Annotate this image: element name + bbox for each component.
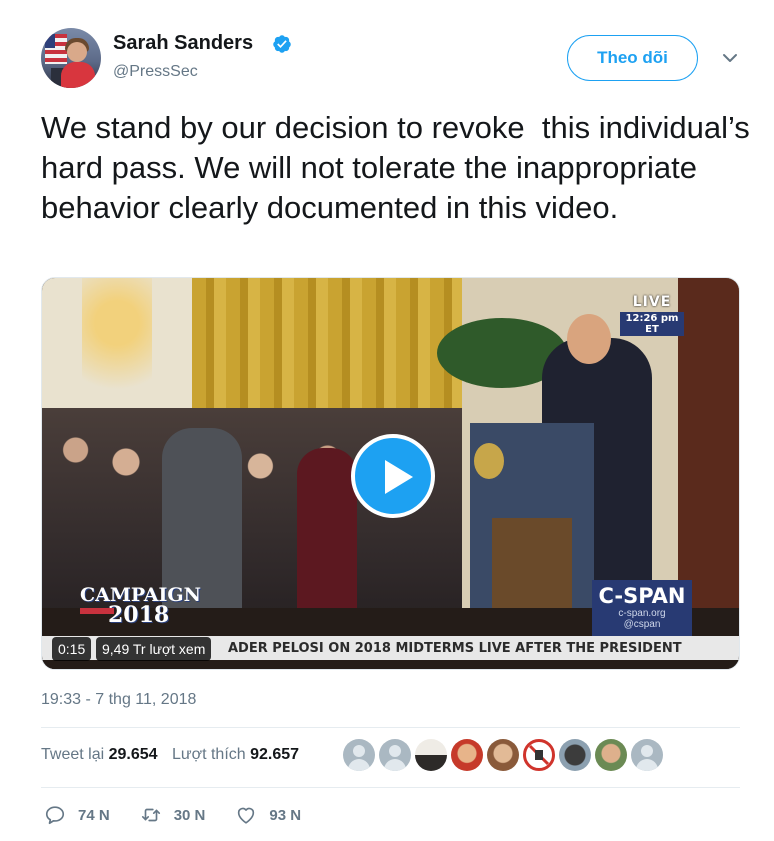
liker-avatar[interactable] xyxy=(595,739,627,771)
live-time: 12:26 pm ET xyxy=(620,312,684,336)
reply-count: 74 N xyxy=(78,806,110,824)
engagement-stats: Tweet lại 29.654 Lượt thích 92.657 xyxy=(41,746,299,764)
liker-avatar[interactable] xyxy=(559,739,591,771)
cspan-name: C-SPAN xyxy=(598,584,686,608)
tweet-actions: 74 N 30 N 93 N xyxy=(44,804,331,826)
cspan-url: c-span.org xyxy=(618,608,666,619)
divider-top xyxy=(41,727,740,728)
liker-avatar[interactable] xyxy=(523,739,555,771)
tweet-timestamp[interactable]: 19:33 - 7 thg 11, 2018 xyxy=(41,691,196,709)
video-scene-staffer xyxy=(297,448,357,628)
liker-avatar[interactable] xyxy=(451,739,483,771)
liker-avatar[interactable] xyxy=(631,739,663,771)
live-label: LIVE xyxy=(632,294,672,310)
reply-button[interactable]: 74 N xyxy=(44,804,110,826)
likes-count[interactable]: 92.657 xyxy=(250,746,299,763)
likes-label[interactable]: Lượt thích xyxy=(172,746,246,763)
avatar-face xyxy=(67,42,87,62)
campaign-stripe xyxy=(80,608,114,614)
retweets-count[interactable]: 29.654 xyxy=(109,746,158,763)
video-scene-door xyxy=(678,278,739,608)
divider-bottom xyxy=(41,787,740,788)
liker-avatar[interactable] xyxy=(343,739,375,771)
reply-icon xyxy=(45,806,65,825)
retweet-icon xyxy=(141,808,160,822)
retweet-count: 30 N xyxy=(173,806,206,824)
liker-avatar[interactable] xyxy=(379,739,411,771)
retweets-label[interactable]: Tweet lại xyxy=(41,746,104,763)
no-sign-icon xyxy=(528,744,550,766)
liker-avatar[interactable] xyxy=(415,739,447,771)
verified-badge-icon xyxy=(273,35,291,53)
like-count: 93 N xyxy=(269,806,302,824)
video-scene-speaker-head xyxy=(567,314,611,364)
author-handle[interactable]: @PressSec xyxy=(113,63,198,81)
avatar-flag-canton xyxy=(45,34,55,48)
tweet-text: We stand by our decision to revoke this … xyxy=(41,110,759,225)
live-indicator: LIVE 12:26 pm ET xyxy=(620,294,684,336)
campaign-logo: CAMPAIGN 2018 xyxy=(80,584,201,636)
cspan-handle: @cspan xyxy=(623,619,661,630)
author-name[interactable]: Sarah Sanders xyxy=(113,32,253,55)
video-scene-chandelier xyxy=(82,278,152,428)
play-icon xyxy=(385,460,413,494)
video-player[interactable]: LIVE 12:26 pm ET CAMPAIGN 2018 C-SPAN c-… xyxy=(41,277,740,670)
play-button[interactable] xyxy=(351,434,435,518)
avatar-dress xyxy=(61,62,95,88)
news-ticker-text: ADER PELOSI ON 2018 MIDTERMS LIVE AFTER … xyxy=(228,641,682,656)
liker-avatars xyxy=(343,739,667,775)
video-view-count: 9,49 Tr lượt xem xyxy=(96,637,212,661)
follow-button[interactable]: Theo dõi xyxy=(567,35,698,81)
retweet-button[interactable]: 30 N xyxy=(140,804,206,826)
video-duration: 0:15 xyxy=(52,637,92,661)
author-avatar[interactable] xyxy=(41,28,101,88)
like-button[interactable]: 93 N xyxy=(235,804,301,826)
chevron-down-icon[interactable] xyxy=(722,52,738,64)
liker-avatar[interactable] xyxy=(487,739,519,771)
heart-icon xyxy=(238,807,255,824)
cspan-logo: C-SPAN c-span.org @cspan xyxy=(592,580,692,636)
video-scene-seal xyxy=(474,443,504,479)
